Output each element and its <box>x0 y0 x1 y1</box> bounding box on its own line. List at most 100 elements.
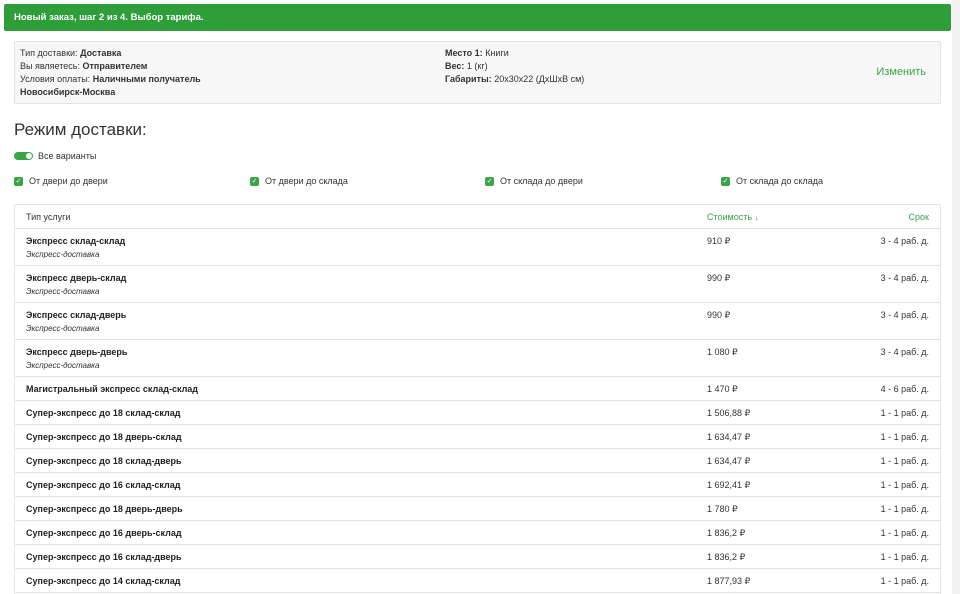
column-header-cost[interactable]: Стоимость ↓ <box>707 212 759 222</box>
service-term: 3 - 4 раб. д. <box>880 273 929 283</box>
delivery-type-label: Тип доставки: <box>20 48 78 58</box>
service-subtitle: Экспресс-доставка <box>26 250 100 259</box>
column-header-term[interactable]: Срок <box>909 212 929 222</box>
service-price: 1 836,2 ₽ <box>707 528 746 538</box>
service-name: Экспресс склад-склад <box>26 236 126 246</box>
service-name: Супер-экспресс до 18 дверь-склад <box>26 432 182 442</box>
service-name: Супер-экспресс до 18 склад-дверь <box>26 456 182 466</box>
summary-left: Тип доставки: Доставка Вы являетесь: Отп… <box>20 47 201 99</box>
service-price: 910 ₽ <box>707 236 731 246</box>
table-row[interactable]: Супер-экспресс до 16 дверь-склад 1 836,2… <box>15 521 940 545</box>
table-row[interactable]: Супер-экспресс до 18 склад-склад 1 506,8… <box>15 401 940 425</box>
table-row[interactable]: Супер-экспресс до 18 дверь-дверь 1 780 ₽… <box>15 497 940 521</box>
page-scrollbar[interactable] <box>952 0 960 594</box>
service-term: 3 - 4 раб. д. <box>880 236 929 246</box>
service-term: 1 - 1 раб. д. <box>880 504 929 514</box>
tariff-table: Тип услуги Стоимость ↓ Срок Экспресс скл… <box>14 204 941 594</box>
table-row[interactable]: Магистральный экспресс склад-склад 1 470… <box>15 377 940 401</box>
service-price: 1 634,47 ₽ <box>707 456 751 466</box>
dims-value: 20x30x22 (ДxШxВ см) <box>494 74 585 84</box>
service-subtitle: Экспресс-доставка <box>26 324 100 333</box>
column-header-type: Тип услуги <box>26 212 71 222</box>
table-row[interactable]: Экспресс дверь-склад Экспресс-доставка 9… <box>15 266 940 303</box>
checkbox-door-door[interactable]: ✓ От двери до двери <box>14 176 108 186</box>
all-variants-toggle[interactable] <box>14 152 33 160</box>
check-icon[interactable]: ✓ <box>721 176 730 186</box>
table-header: Тип услуги Стоимость ↓ Срок <box>15 205 940 229</box>
header-title: Новый заказ, шаг 2 из 4. Выбор тарифа. <box>14 12 204 23</box>
checkbox-label: От двери до двери <box>29 176 108 186</box>
checkbox-door-warehouse[interactable]: ✓ От двери до склада <box>250 176 348 186</box>
service-price: 1 877,93 ₽ <box>707 576 751 586</box>
check-icon[interactable]: ✓ <box>14 176 23 186</box>
checkbox-label: От склада до двери <box>500 176 583 186</box>
service-name: Супер-экспресс до 16 склад-дверь <box>26 552 182 562</box>
weight-label: Вес: <box>445 61 465 71</box>
service-name: Супер-экспресс до 18 дверь-дверь <box>26 504 183 514</box>
service-price: 1 506,88 ₽ <box>707 408 751 418</box>
payment-value: Наличными получатель <box>92 74 201 84</box>
service-price: 990 ₽ <box>707 273 731 283</box>
service-name: Магистральный экспресс склад-склад <box>26 384 199 394</box>
checkbox-label: От склада до склада <box>736 176 823 186</box>
checkbox-warehouse-door[interactable]: ✓ От склада до двери <box>485 176 583 186</box>
table-row[interactable]: Супер-экспресс до 18 дверь-склад 1 634,4… <box>15 425 940 449</box>
service-price: 1 470 ₽ <box>707 384 738 394</box>
all-variants-toggle-row[interactable]: Все варианты <box>14 150 96 162</box>
service-name: Супер-экспресс до 18 склад-склад <box>26 408 181 418</box>
service-price: 1 080 ₽ <box>707 347 738 357</box>
section-title: Режим доставки: <box>14 120 147 139</box>
service-price: 1 634,47 ₽ <box>707 432 751 442</box>
checkbox-warehouse-warehouse[interactable]: ✓ От склада до склада <box>721 176 823 186</box>
summary-right: Место 1: Книги Вес: 1 (кг) Габариты: 20x… <box>445 47 584 86</box>
route-value: Новосибирск-Москва <box>20 87 116 97</box>
table-row[interactable]: Супер-экспресс до 14 склад-склад 1 877,9… <box>15 569 940 593</box>
order-summary: Тип доставки: Доставка Вы являетесь: Отп… <box>14 41 941 104</box>
service-term: 1 - 1 раб. д. <box>880 456 929 466</box>
change-button[interactable]: Изменить <box>876 66 926 78</box>
place-label: Место 1: <box>445 48 483 58</box>
service-term: 3 - 4 раб. д. <box>880 347 929 357</box>
table-row[interactable]: Супер-экспресс до 16 склад-дверь 1 836,2… <box>15 545 940 569</box>
table-row[interactable]: Супер-экспресс до 18 склад-дверь 1 634,4… <box>15 449 940 473</box>
page-header: Новый заказ, шаг 2 из 4. Выбор тарифа. <box>4 4 951 31</box>
delivery-type-value: Доставка <box>80 48 122 58</box>
column-header-cost-label: Стоимость <box>707 212 753 222</box>
role-label: Вы являетесь: <box>20 61 80 71</box>
check-icon[interactable]: ✓ <box>250 176 259 186</box>
dims-label: Габариты: <box>445 74 492 84</box>
service-term: 1 - 1 раб. д. <box>880 480 929 490</box>
service-name: Экспресс склад-дверь <box>26 310 127 320</box>
service-price: 1 836,2 ₽ <box>707 552 746 562</box>
role-value: Отправителем <box>82 61 148 71</box>
table-row[interactable]: Экспресс склад-дверь Экспресс-доставка 9… <box>15 303 940 340</box>
table-row[interactable]: Супер-экспресс до 16 склад-склад 1 692,4… <box>15 473 940 497</box>
service-price: 1 692,41 ₽ <box>707 480 751 490</box>
toggle-knob <box>26 153 32 159</box>
all-variants-label: Все варианты <box>38 151 97 161</box>
service-name: Супер-экспресс до 16 дверь-склад <box>26 528 182 538</box>
place-value: Книги <box>485 48 509 58</box>
service-price: 990 ₽ <box>707 310 731 320</box>
service-term: 1 - 1 раб. д. <box>880 528 929 538</box>
service-name: Супер-экспресс до 14 склад-склад <box>26 576 181 586</box>
service-name: Экспресс дверь-склад <box>26 273 127 283</box>
service-term: 4 - 6 раб. д. <box>880 384 929 394</box>
service-term: 1 - 1 раб. д. <box>880 576 929 586</box>
service-subtitle: Экспресс-доставка <box>26 287 100 296</box>
service-name: Экспресс дверь-дверь <box>26 347 128 357</box>
sort-icon[interactable]: ↓ <box>755 213 759 222</box>
check-icon[interactable]: ✓ <box>485 176 494 186</box>
service-term: 1 - 1 раб. д. <box>880 552 929 562</box>
service-subtitle: Экспресс-доставка <box>26 361 100 370</box>
checkbox-label: От двери до склада <box>265 176 348 186</box>
mode-checkboxes: ✓ От двери до двери ✓ От двери до склада… <box>14 176 944 190</box>
service-term: 3 - 4 раб. д. <box>880 310 929 320</box>
table-row[interactable]: Экспресс дверь-дверь Экспресс-доставка 1… <box>15 340 940 377</box>
weight-value: 1 (кг) <box>466 61 488 71</box>
service-price: 1 780 ₽ <box>707 504 738 514</box>
service-name: Супер-экспресс до 16 склад-склад <box>26 480 181 490</box>
table-row[interactable]: Экспресс склад-склад Экспресс-доставка 9… <box>15 229 940 266</box>
service-term: 1 - 1 раб. д. <box>880 432 929 442</box>
service-term: 1 - 1 раб. д. <box>880 408 929 418</box>
